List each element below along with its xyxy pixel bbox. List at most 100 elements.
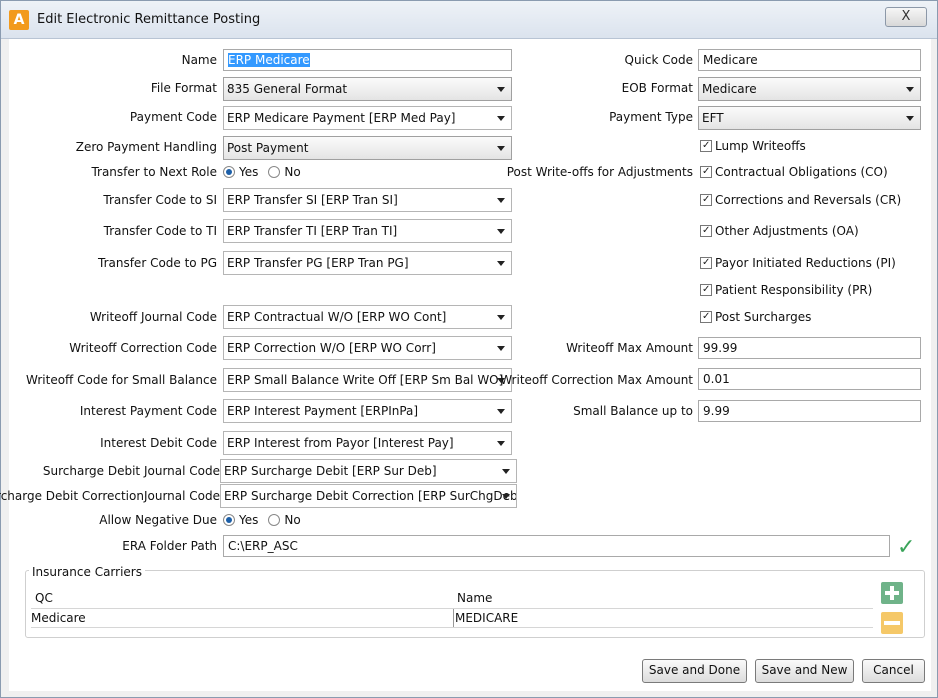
transfer-next-role-radios: Yes No bbox=[223, 165, 301, 179]
post-surcharges-checkbox[interactable]: Post Surcharges bbox=[700, 310, 811, 324]
co-checkbox[interactable]: Contractual Obligations (CO) bbox=[700, 165, 888, 179]
close-button[interactable]: X bbox=[885, 7, 927, 27]
transfer-pg-select[interactable]: ERP Transfer PG [ERP Tran PG] bbox=[223, 251, 512, 275]
chevron-down-icon bbox=[497, 441, 505, 446]
writeoff-max-input[interactable]: 99.99 bbox=[698, 337, 921, 359]
transfer-yes-radio[interactable] bbox=[223, 166, 235, 178]
oa-label: Other Adjustments (OA) bbox=[715, 224, 859, 238]
surcharge-correction-label: Surcharge Debit CorrectionJournal Code bbox=[0, 489, 220, 503]
pi-label: Payor Initiated Reductions (PI) bbox=[715, 256, 896, 270]
writeoff-corr-max-label: Writeoff Correction Max Amount bbox=[500, 373, 693, 387]
checkbox-icon bbox=[700, 140, 712, 152]
save-and-done-button[interactable]: Save and Done bbox=[642, 659, 747, 683]
negative-no-label: No bbox=[284, 513, 301, 527]
co-label: Contractual Obligations (CO) bbox=[715, 165, 888, 179]
zero-payment-label: Zero Payment Handling bbox=[75, 140, 217, 154]
transfer-si-value: ERP Transfer SI [ERP Tran SI] bbox=[227, 193, 398, 207]
interest-payment-value: ERP Interest Payment [ERPInPa] bbox=[227, 404, 419, 418]
chevron-down-icon bbox=[906, 87, 914, 92]
surcharge-debit-value: ERP Surcharge Debit [ERP Sur Deb] bbox=[224, 464, 437, 478]
interest-debit-value: ERP Interest from Payor [Interest Pay] bbox=[227, 436, 454, 450]
writeoff-correction-label: Writeoff Correction Code bbox=[69, 341, 217, 355]
surcharge-debit-select[interactable]: ERP Surcharge Debit [ERP Sur Deb] bbox=[220, 459, 517, 483]
pr-label: Patient Responsibility (PR) bbox=[715, 283, 873, 297]
transfer-no-label: No bbox=[284, 165, 301, 179]
name-value: ERP Medicare bbox=[228, 53, 310, 67]
cr-checkbox[interactable]: Corrections and Reversals (CR) bbox=[700, 193, 901, 207]
checkbox-icon bbox=[700, 166, 712, 178]
checkbox-icon bbox=[700, 311, 712, 323]
checkbox-icon bbox=[700, 284, 712, 296]
chevron-down-icon bbox=[497, 409, 505, 414]
form-content: Name File Format Payment Code Zero Payme… bbox=[0, 39, 931, 691]
eob-format-label: EOB Format bbox=[621, 81, 693, 95]
quick-code-label: Quick Code bbox=[624, 53, 693, 67]
writeoff-max-label: Writeoff Max Amount bbox=[566, 341, 693, 355]
transfer-ti-select[interactable]: ERP Transfer TI [ERP Tran TI] bbox=[223, 219, 512, 243]
payment-code-select[interactable]: ERP Medicare Payment [ERP Med Pay] bbox=[223, 106, 512, 130]
transfer-yes-label: Yes bbox=[239, 165, 259, 179]
checkbox-icon bbox=[700, 257, 712, 269]
carriers-table-header: QC Name bbox=[31, 589, 873, 607]
transfer-pg-value: ERP Transfer PG [ERP Tran PG] bbox=[227, 256, 409, 270]
transfer-no-radio[interactable] bbox=[268, 166, 281, 178]
checkbox-icon bbox=[700, 225, 712, 237]
confirm-check-icon[interactable]: ✓ bbox=[897, 535, 915, 560]
writeoff-small-select[interactable]: ERP Small Balance Write Off [ERP Sm Bal … bbox=[223, 368, 512, 392]
writeoff-corr-max-input[interactable]: 0.01 bbox=[698, 368, 921, 390]
cancel-button[interactable]: Cancel bbox=[862, 659, 925, 683]
interest-payment-label: Interest Payment Code bbox=[79, 404, 217, 418]
save-and-new-button[interactable]: Save and New bbox=[755, 659, 854, 683]
add-carrier-icon[interactable] bbox=[881, 582, 903, 604]
surcharge-correction-select[interactable]: ERP Surcharge Debit Correction [ERP SurC… bbox=[220, 484, 517, 508]
surcharge-debit-label: Surcharge Debit Journal Code bbox=[42, 464, 220, 478]
name-label: Name bbox=[181, 53, 217, 67]
zero-payment-value: Post Payment bbox=[227, 141, 309, 155]
column-header-qc[interactable]: QC bbox=[35, 591, 53, 605]
payment-code-value: ERP Medicare Payment [ERP Med Pay] bbox=[227, 111, 456, 125]
pr-checkbox[interactable]: Patient Responsibility (PR) bbox=[700, 283, 872, 297]
chevron-down-icon bbox=[497, 261, 505, 266]
negative-no-radio[interactable] bbox=[268, 514, 281, 526]
chevron-down-icon bbox=[497, 198, 505, 203]
file-format-label: File Format bbox=[150, 81, 217, 95]
writeoff-correction-value: ERP Correction W/O [ERP WO Corr] bbox=[227, 341, 436, 355]
chevron-down-icon bbox=[502, 469, 510, 474]
row-name: MEDICARE bbox=[455, 611, 519, 625]
negative-yes-radio[interactable] bbox=[223, 514, 235, 526]
pi-checkbox[interactable]: Payor Initiated Reductions (PI) bbox=[700, 256, 896, 270]
column-divider bbox=[453, 609, 454, 627]
quick-code-input[interactable]: Medicare bbox=[698, 49, 921, 71]
transfer-pg-label: Transfer Code to PG bbox=[98, 256, 217, 270]
payment-type-label: Payment Type bbox=[609, 110, 693, 124]
chevron-down-icon bbox=[497, 146, 505, 151]
small-balance-input[interactable]: 9.99 bbox=[698, 400, 921, 422]
interest-debit-label: Interest Debit Code bbox=[100, 436, 217, 450]
table-row[interactable]: Medicare MEDICARE bbox=[31, 608, 873, 628]
writeoff-correction-select[interactable]: ERP Correction W/O [ERP WO Corr] bbox=[223, 336, 512, 360]
era-folder-input[interactable]: C:\ERP_ASC bbox=[223, 535, 890, 557]
cr-label: Corrections and Reversals (CR) bbox=[715, 193, 902, 207]
interest-payment-select[interactable]: ERP Interest Payment [ERPInPa] bbox=[223, 399, 512, 423]
transfer-ti-value: ERP Transfer TI [ERP Tran TI] bbox=[227, 224, 398, 238]
dialog-window: A Edit Electronic Remittance Posting X N… bbox=[0, 0, 938, 698]
writeoff-journal-select[interactable]: ERP Contractual W/O [ERP WO Cont] bbox=[223, 305, 512, 329]
file-format-select[interactable]: 835 General Format bbox=[223, 77, 512, 101]
chevron-down-icon bbox=[497, 229, 505, 234]
name-input[interactable]: ERP Medicare bbox=[223, 49, 512, 71]
oa-checkbox[interactable]: Other Adjustments (OA) bbox=[700, 224, 859, 238]
negative-yes-label: Yes bbox=[239, 513, 259, 527]
small-balance-label: Small Balance up to bbox=[573, 404, 693, 418]
eob-format-select[interactable]: Medicare bbox=[698, 77, 921, 101]
allow-negative-radios: Yes No bbox=[223, 513, 301, 527]
transfer-si-select[interactable]: ERP Transfer SI [ERP Tran SI] bbox=[223, 188, 512, 212]
chevron-down-icon bbox=[497, 315, 505, 320]
zero-payment-select[interactable]: Post Payment bbox=[223, 136, 512, 160]
column-header-name[interactable]: Name bbox=[457, 591, 492, 605]
lump-writeoffs-checkbox[interactable]: Lump Writeoffs bbox=[700, 139, 806, 153]
payment-type-select[interactable]: EFT bbox=[698, 106, 921, 130]
remove-carrier-icon[interactable] bbox=[881, 612, 903, 634]
writeoff-small-label: Writeoff Code for Small Balance bbox=[26, 373, 217, 387]
transfer-si-label: Transfer Code to SI bbox=[103, 193, 217, 207]
interest-debit-select[interactable]: ERP Interest from Payor [Interest Pay] bbox=[223, 431, 512, 455]
